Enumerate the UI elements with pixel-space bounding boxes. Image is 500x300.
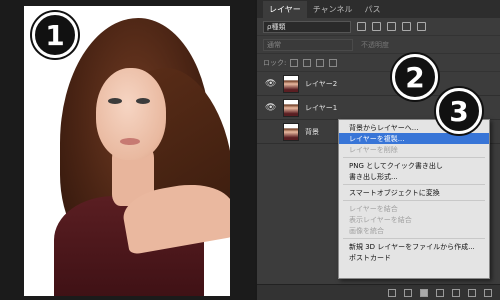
tab-paths[interactable]: パス (359, 1, 387, 18)
menu-item-quick-export-png[interactable]: PNG としてクイック書き出し (339, 160, 489, 171)
lock-position-icon[interactable] (316, 58, 325, 67)
menu-separator (343, 238, 485, 239)
photoshop-window: 1 2 3 レイヤー チャンネル パス ρ種類 通常 不透明度 ロック: 👁 レ… (0, 0, 500, 300)
panel-tabs: レイヤー チャンネル パス (257, 0, 500, 18)
adjustment-filter-icon[interactable] (372, 22, 381, 31)
face-shape (96, 68, 166, 160)
pixel-filter-icon[interactable] (357, 22, 366, 31)
smart-object-filter-icon[interactable] (417, 22, 426, 31)
add-mask-icon[interactable] (420, 288, 428, 297)
layer-thumbnail (283, 98, 299, 117)
opacity-label: 不透明度 (361, 40, 389, 49)
new-layer-icon[interactable] (468, 288, 476, 297)
blend-row: 通常 不透明度 (257, 36, 500, 54)
context-menu: 背景からレイヤーへ... レイヤーを複製... レイヤーを削除 PNG としてク… (338, 119, 490, 279)
lip-shape (120, 138, 140, 145)
layer-filter-select[interactable]: ρ種類 (263, 20, 351, 33)
trash-icon[interactable] (484, 288, 492, 297)
menu-item-flatten-image: 画像を統合 (349, 226, 384, 235)
layer-name: レイヤー1 (305, 103, 338, 112)
blend-mode-select[interactable]: 通常 (263, 38, 353, 51)
type-filter-icon[interactable] (387, 22, 396, 31)
right-eye-shape (136, 98, 150, 104)
menu-separator (343, 200, 485, 201)
adjustment-layer-icon[interactable] (436, 288, 444, 297)
layer-name: 背景 (305, 127, 319, 136)
shape-filter-icon[interactable] (402, 22, 411, 31)
left-eye-shape (108, 98, 122, 104)
tab-channels[interactable]: チャンネル (307, 1, 359, 18)
menu-item-merge-visible: 表示レイヤーを結合 (349, 215, 412, 224)
lock-label: ロック: (263, 58, 287, 67)
lock-transparent-icon[interactable] (290, 58, 299, 67)
layer-thumbnail (283, 122, 299, 141)
menu-separator (343, 157, 485, 158)
visibility-eye-icon[interactable]: 👁 (265, 103, 277, 113)
menu-item-new-3d-layer[interactable]: 新規 3D レイヤーをファイルから作成... (339, 241, 489, 252)
menu-item-convert-smart-object[interactable]: スマートオブジェクトに変換 (339, 187, 489, 198)
layers-bottom-bar (257, 284, 500, 300)
visibility-eye-icon[interactable]: 👁 (265, 79, 277, 89)
link-layers-icon[interactable] (388, 288, 396, 297)
menu-item-merge-layers: レイヤーを結合 (349, 204, 398, 213)
menu-item-postcard[interactable]: ポストカード (339, 252, 489, 263)
step-badge-2: 2 (392, 54, 438, 100)
layer-style-icon[interactable] (404, 288, 412, 297)
layer-name: レイヤー2 (305, 79, 338, 88)
lock-image-icon[interactable] (303, 58, 312, 67)
menu-item-delete-layer: レイヤーを削除 (349, 145, 398, 154)
menu-item-duplicate-layer[interactable]: レイヤーを複製... (339, 133, 489, 144)
step-badge-1: 1 (32, 12, 78, 58)
lock-all-icon[interactable] (329, 58, 338, 67)
menu-separator (343, 184, 485, 185)
filter-row: ρ種類 (257, 18, 500, 36)
menu-item-export-as[interactable]: 書き出し形式... (339, 171, 489, 182)
lock-row: ロック: (257, 54, 500, 72)
new-group-icon[interactable] (452, 288, 460, 297)
layer-thumbnail (283, 74, 299, 93)
tab-layers[interactable]: レイヤー (263, 1, 307, 18)
step-badge-3: 3 (436, 88, 482, 134)
